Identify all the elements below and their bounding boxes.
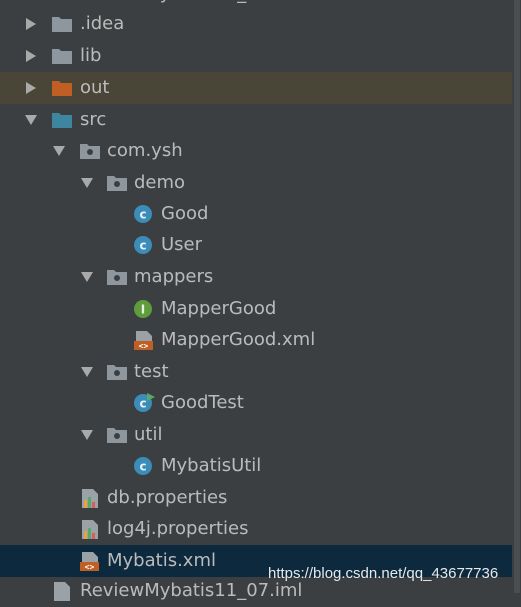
module-file-icon bbox=[51, 581, 73, 601]
scrollbar-thumb[interactable] bbox=[514, 0, 520, 593]
chevron-down-icon[interactable] bbox=[23, 112, 39, 128]
xml-file-icon: <> bbox=[79, 551, 101, 572]
chevron-down-icon[interactable] bbox=[51, 143, 67, 159]
svg-text:c: c bbox=[139, 239, 146, 253]
tree-row-label: .idea bbox=[80, 13, 125, 34]
tree-row-label: db.properties bbox=[107, 487, 228, 508]
class-icon: c bbox=[133, 235, 155, 255]
tree-row-label: MapperGood bbox=[161, 298, 277, 319]
package-icon bbox=[106, 362, 128, 382]
folder-icon bbox=[51, 46, 73, 66]
interface-icon: I bbox=[133, 299, 155, 319]
vertical-scrollbar[interactable] bbox=[512, 0, 521, 593]
tree-row-label: log4j.properties bbox=[107, 518, 249, 539]
chevron-right-icon[interactable] bbox=[23, 48, 39, 64]
tree-row-label: src bbox=[80, 109, 107, 130]
tree-row-label: Good bbox=[161, 203, 209, 224]
chevron-down-icon[interactable] bbox=[79, 427, 95, 443]
tree-row-mappergood-xml[interactable]: <> MapperGood.xml bbox=[0, 324, 512, 356]
tree-row-mybatisutil[interactable]: c MybatisUtil bbox=[0, 450, 512, 482]
tree-row-label: out bbox=[80, 77, 110, 98]
watermark-text: https://blog.csdn.net/qq_43677736 bbox=[268, 565, 499, 582]
tree-row-label: Mybatis.xml bbox=[107, 550, 216, 571]
project-tree: ReviewMybatis11_07 .idea lib out bbox=[0, 0, 521, 601]
excluded-folder-icon bbox=[51, 78, 73, 98]
tree-row-out[interactable]: out bbox=[0, 72, 512, 104]
tree-row-user[interactable]: c User bbox=[0, 229, 512, 261]
chevron-down-icon[interactable] bbox=[79, 269, 95, 285]
tree-row-test[interactable]: test bbox=[0, 356, 512, 388]
svg-text:I: I bbox=[141, 303, 145, 317]
tree-row-util[interactable]: util bbox=[0, 419, 512, 451]
svg-text:<>: <> bbox=[85, 563, 95, 572]
class-icon: c bbox=[133, 204, 155, 224]
properties-file-icon bbox=[79, 519, 101, 539]
package-icon bbox=[106, 267, 128, 287]
test-class-icon: c bbox=[133, 393, 155, 413]
class-icon: c bbox=[133, 456, 155, 476]
tree-row-idea[interactable]: .idea bbox=[0, 8, 512, 40]
tree-row-label: MapperGood.xml bbox=[161, 329, 316, 350]
tree-row-label: util bbox=[134, 424, 163, 445]
tree-row-good[interactable]: c Good bbox=[0, 198, 512, 230]
properties-file-icon bbox=[79, 488, 101, 508]
tree-row-mappers[interactable]: mappers bbox=[0, 261, 512, 293]
tree-row-src[interactable]: src bbox=[0, 104, 512, 136]
tree-row-demo[interactable]: demo bbox=[0, 167, 512, 199]
svg-text:c: c bbox=[139, 460, 146, 474]
tree-row-lib[interactable]: lib bbox=[0, 40, 512, 72]
source-folder-icon bbox=[51, 110, 73, 130]
tree-row-label: demo bbox=[134, 172, 186, 193]
module-icon bbox=[18, 0, 40, 4]
tree-row-label: mappers bbox=[134, 266, 214, 287]
package-icon bbox=[106, 173, 128, 193]
tree-row-goodtest[interactable]: c GoodTest bbox=[0, 387, 512, 419]
tree-row-label: lib bbox=[80, 45, 102, 66]
chevron-down-icon[interactable] bbox=[79, 175, 95, 191]
svg-text:c: c bbox=[139, 208, 146, 222]
svg-text:c: c bbox=[139, 397, 146, 411]
xml-file-icon: <> bbox=[133, 330, 155, 351]
tree-row-com-ysh[interactable]: com.ysh bbox=[0, 135, 512, 167]
package-icon bbox=[106, 425, 128, 445]
chevron-right-icon[interactable] bbox=[23, 16, 39, 32]
tree-row-label: com.ysh bbox=[107, 140, 183, 161]
package-icon bbox=[79, 141, 101, 161]
tree-row-db-properties[interactable]: db.properties bbox=[0, 482, 512, 514]
chevron-down-icon[interactable] bbox=[79, 364, 95, 380]
tree-row-mappergood[interactable]: I MapperGood bbox=[0, 293, 512, 325]
svg-text:<>: <> bbox=[139, 342, 149, 351]
tree-row-label: MybatisUtil bbox=[161, 455, 262, 476]
tree-row-log4j-properties[interactable]: log4j.properties bbox=[0, 513, 512, 545]
chevron-right-icon[interactable] bbox=[23, 80, 39, 96]
folder-icon bbox=[51, 14, 73, 34]
tree-row-label: User bbox=[161, 234, 203, 255]
tree-row-label: GoodTest bbox=[161, 392, 244, 413]
tree-row-label: test bbox=[134, 361, 169, 382]
